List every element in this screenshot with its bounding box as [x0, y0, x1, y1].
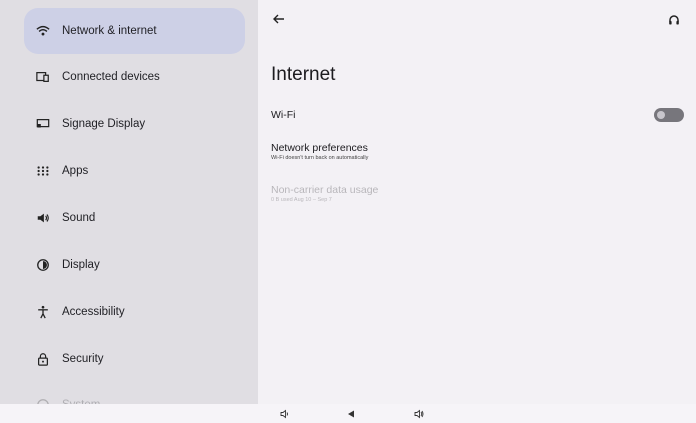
brightness-icon	[35, 257, 51, 273]
sidebar-item-label: Security	[62, 353, 104, 365]
sidebar-item-accessibility[interactable]: Accessibility	[24, 289, 245, 335]
network-preferences-item[interactable]: Network preferences Wi-Fi doesn't turn b…	[271, 142, 368, 161]
volume-down-icon[interactable]	[279, 408, 290, 419]
sidebar-item-label: Sound	[62, 212, 96, 224]
sidebar-item-security[interactable]: Security	[24, 336, 245, 382]
sidebar-item-label: Network & internet	[62, 25, 157, 37]
lock-icon	[35, 351, 51, 367]
sidebar-item-signage-display[interactable]: Signage Display	[24, 101, 245, 147]
toggle-knob	[657, 111, 665, 119]
system-nav-bar	[0, 404, 696, 423]
apps-grid-icon	[35, 163, 51, 179]
sidebar-item-label: Display	[62, 259, 100, 271]
non-carrier-data-usage-item: Non-carrier data usage 0 B used Aug 10 –…	[271, 184, 378, 203]
sidebar-item-label: Connected devices	[62, 71, 160, 83]
main-content: Internet Wi-Fi Network preferences Wi-Fi…	[258, 0, 696, 404]
wifi-label: Wi-Fi	[271, 109, 296, 121]
non-carrier-title: Non-carrier data usage	[271, 184, 379, 196]
network-preferences-title: Network preferences	[271, 142, 368, 154]
signage-display-icon	[35, 116, 51, 132]
wifi-toggle[interactable]	[654, 108, 684, 122]
wifi-row[interactable]: Wi-Fi	[271, 104, 684, 126]
sidebar-item-sound[interactable]: Sound	[24, 195, 245, 241]
sidebar: Network & internet Connected devices Sig…	[0, 0, 258, 423]
sidebar-item-label: Signage Display	[62, 118, 146, 130]
non-carrier-summary: 0 B used Aug 10 – Sep 7	[271, 197, 332, 203]
sidebar-item-apps[interactable]: Apps	[24, 148, 245, 194]
sidebar-item-label: Apps	[62, 165, 89, 177]
help-headset-icon[interactable]	[668, 13, 680, 25]
network-preferences-summary: Wi-Fi doesn't turn back on automatically	[271, 155, 369, 161]
sidebar-item-connected-devices[interactable]: Connected devices	[24, 54, 245, 100]
wifi-icon	[35, 23, 51, 39]
sidebar-item-label: Accessibility	[62, 306, 125, 318]
sidebar-item-network[interactable]: Network & internet	[24, 8, 245, 54]
back-triangle-icon[interactable]	[345, 408, 356, 419]
sidebar-item-display[interactable]: Display	[24, 242, 245, 288]
volume-icon	[35, 210, 51, 226]
accessibility-icon	[35, 304, 51, 320]
page-title: Internet	[271, 64, 336, 85]
volume-up-icon[interactable]	[413, 408, 424, 419]
back-arrow-icon[interactable]	[272, 12, 286, 26]
connected-devices-icon	[35, 69, 51, 85]
